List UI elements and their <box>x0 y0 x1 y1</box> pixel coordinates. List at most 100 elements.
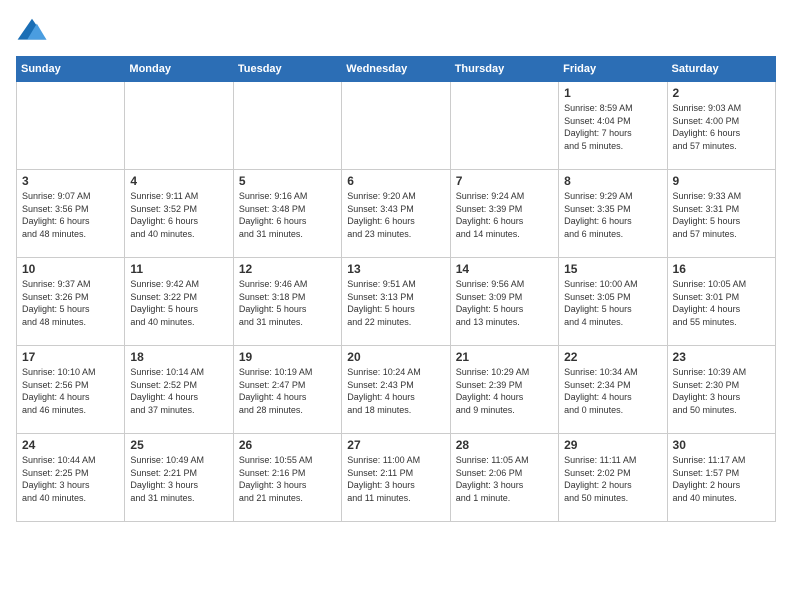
calendar-cell: 24Sunrise: 10:44 AM Sunset: 2:25 PM Dayl… <box>17 434 125 522</box>
day-number: 22 <box>564 350 661 364</box>
day-info: Sunrise: 10:39 AM Sunset: 2:30 PM Daylig… <box>673 366 770 416</box>
day-header-saturday: Saturday <box>667 57 775 82</box>
calendar-cell: 19Sunrise: 10:19 AM Sunset: 2:47 PM Dayl… <box>233 346 341 434</box>
calendar-cell: 4 Sunrise: 9:11 AM Sunset: 3:52 PM Daylig… <box>125 170 233 258</box>
day-info: Sunrise: 10:10 AM Sunset: 2:56 PM Daylig… <box>22 366 119 416</box>
calendar-cell: 1 Sunrise: 8:59 AM Sunset: 4:04 PM Daylig… <box>559 82 667 170</box>
day-info: Sunrise: 9:24 AM Sunset: 3:39 PM Dayligh… <box>456 190 553 240</box>
day-info: Sunrise: 10:14 AM Sunset: 2:52 PM Daylig… <box>130 366 227 416</box>
day-info: Sunrise: 10:34 AM Sunset: 2:34 PM Daylig… <box>564 366 661 416</box>
day-info: Sunrise: 9:20 AM Sunset: 3:43 PM Dayligh… <box>347 190 444 240</box>
day-info: Sunrise: 10:24 AM Sunset: 2:43 PM Daylig… <box>347 366 444 416</box>
calendar-cell: 17 Sunrise: 10:10 AM Sunset: 2:56 PM Dayl… <box>17 346 125 434</box>
day-number: 27 <box>347 438 444 452</box>
calendar-cell: 8Sunrise: 9:29 AM Sunset: 3:35 PM Daylig… <box>559 170 667 258</box>
day-header-monday: Monday <box>125 57 233 82</box>
day-number: 29 <box>564 438 661 452</box>
day-info: Sunrise: 9:56 AM Sunset: 3:09 PM Dayligh… <box>456 278 553 328</box>
week-row-2: 3Sunrise: 9:07 AM Sunset: 3:56 PM Daylig… <box>17 170 776 258</box>
page-header <box>16 16 776 44</box>
day-info: Sunrise: 11:11 AM Sunset: 2:02 PM Daylig… <box>564 454 661 504</box>
day-number: 20 <box>347 350 444 364</box>
calendar-cell: 6 Sunrise: 9:20 AM Sunset: 3:43 PM Daylig… <box>342 170 450 258</box>
logo-icon <box>16 16 48 44</box>
day-number: 6 <box>347 174 444 188</box>
calendar-cell <box>233 82 341 170</box>
day-info: Sunrise: 9:37 AM Sunset: 3:26 PM Dayligh… <box>22 278 119 328</box>
week-row-5: 24Sunrise: 10:44 AM Sunset: 2:25 PM Dayl… <box>17 434 776 522</box>
calendar-cell: 9Sunrise: 9:33 AM Sunset: 3:31 PM Daylig… <box>667 170 775 258</box>
day-info: Sunrise: 11:05 AM Sunset: 2:06 PM Daylig… <box>456 454 553 504</box>
calendar-cell: 18 Sunrise: 10:14 AM Sunset: 2:52 PM Dayl… <box>125 346 233 434</box>
day-info: Sunrise: 10:44 AM Sunset: 2:25 PM Daylig… <box>22 454 119 504</box>
day-info: Sunrise: 9:42 AM Sunset: 3:22 PM Dayligh… <box>130 278 227 328</box>
day-info: Sunrise: 9:51 AM Sunset: 3:13 PM Dayligh… <box>347 278 444 328</box>
calendar-cell: 29 Sunrise: 11:11 AM Sunset: 2:02 PM Dayl… <box>559 434 667 522</box>
calendar-cell: 23 Sunrise: 10:39 AM Sunset: 2:30 PM Dayl… <box>667 346 775 434</box>
day-info: Sunrise: 11:17 AM Sunset: 1:57 PM Daylig… <box>673 454 770 504</box>
day-info: Sunrise: 9:33 AM Sunset: 3:31 PM Dayligh… <box>673 190 770 240</box>
calendar-cell: 12 Sunrise: 9:46 AM Sunset: 3:18 PM Dayli… <box>233 258 341 346</box>
calendar-cell: 16Sunrise: 10:05 AM Sunset: 3:01 PM Dayl… <box>667 258 775 346</box>
calendar-cell: 22 Sunrise: 10:34 AM Sunset: 2:34 PM Dayl… <box>559 346 667 434</box>
day-header-wednesday: Wednesday <box>342 57 450 82</box>
calendar-table: SundayMondayTuesdayWednesdayThursdayFrid… <box>16 56 776 522</box>
day-number: 12 <box>239 262 336 276</box>
day-number: 10 <box>22 262 119 276</box>
calendar-cell: 30Sunrise: 11:17 AM Sunset: 1:57 PM Dayl… <box>667 434 775 522</box>
calendar-cell: 28 Sunrise: 11:05 AM Sunset: 2:06 PM Dayl… <box>450 434 558 522</box>
day-info: Sunrise: 9:46 AM Sunset: 3:18 PM Dayligh… <box>239 278 336 328</box>
day-info: Sunrise: 10:19 AM Sunset: 2:47 PM Daylig… <box>239 366 336 416</box>
day-number: 1 <box>564 86 661 100</box>
day-number: 28 <box>456 438 553 452</box>
day-number: 16 <box>673 262 770 276</box>
calendar-cell: 2 Sunrise: 9:03 AM Sunset: 4:00 PM Daylig… <box>667 82 775 170</box>
day-number: 2 <box>673 86 770 100</box>
calendar-cell: 21 Sunrise: 10:29 AM Sunset: 2:39 PM Dayl… <box>450 346 558 434</box>
calendar-cell <box>450 82 558 170</box>
calendar-cell: 5 Sunrise: 9:16 AM Sunset: 3:48 PM Daylig… <box>233 170 341 258</box>
calendar-cell: 14Sunrise: 9:56 AM Sunset: 3:09 PM Dayli… <box>450 258 558 346</box>
calendar-cell: 15 Sunrise: 10:00 AM Sunset: 3:05 PM Dayl… <box>559 258 667 346</box>
calendar-cell: 13 Sunrise: 9:51 AM Sunset: 3:13 PM Dayli… <box>342 258 450 346</box>
calendar-cell: 11 Sunrise: 9:42 AM Sunset: 3:22 PM Dayli… <box>125 258 233 346</box>
day-number: 18 <box>130 350 227 364</box>
day-number: 23 <box>673 350 770 364</box>
day-number: 15 <box>564 262 661 276</box>
calendar-cell <box>17 82 125 170</box>
week-row-4: 17 Sunrise: 10:10 AM Sunset: 2:56 PM Dayl… <box>17 346 776 434</box>
day-number: 5 <box>239 174 336 188</box>
day-info: Sunrise: 9:11 AM Sunset: 3:52 PM Dayligh… <box>130 190 227 240</box>
day-info: Sunrise: 8:59 AM Sunset: 4:04 PM Dayligh… <box>564 102 661 152</box>
calendar-cell: 7 Sunrise: 9:24 AM Sunset: 3:39 PM Daylig… <box>450 170 558 258</box>
day-number: 7 <box>456 174 553 188</box>
day-number: 17 <box>22 350 119 364</box>
day-info: Sunrise: 9:16 AM Sunset: 3:48 PM Dayligh… <box>239 190 336 240</box>
day-number: 21 <box>456 350 553 364</box>
day-info: Sunrise: 10:00 AM Sunset: 3:05 PM Daylig… <box>564 278 661 328</box>
calendar-cell: 20 Sunrise: 10:24 AM Sunset: 2:43 PM Dayl… <box>342 346 450 434</box>
week-row-1: 1 Sunrise: 8:59 AM Sunset: 4:04 PM Daylig… <box>17 82 776 170</box>
day-number: 11 <box>130 262 227 276</box>
calendar-cell: 3Sunrise: 9:07 AM Sunset: 3:56 PM Daylig… <box>17 170 125 258</box>
day-number: 26 <box>239 438 336 452</box>
calendar-cell <box>125 82 233 170</box>
day-number: 13 <box>347 262 444 276</box>
day-info: Sunrise: 10:29 AM Sunset: 2:39 PM Daylig… <box>456 366 553 416</box>
calendar-cell: 10 Sunrise: 9:37 AM Sunset: 3:26 PM Dayli… <box>17 258 125 346</box>
day-number: 4 <box>130 174 227 188</box>
day-info: Sunrise: 9:29 AM Sunset: 3:35 PM Dayligh… <box>564 190 661 240</box>
logo <box>16 16 52 44</box>
day-header-thursday: Thursday <box>450 57 558 82</box>
day-info: Sunrise: 9:07 AM Sunset: 3:56 PM Dayligh… <box>22 190 119 240</box>
day-number: 25 <box>130 438 227 452</box>
day-header-tuesday: Tuesday <box>233 57 341 82</box>
week-row-3: 10 Sunrise: 9:37 AM Sunset: 3:26 PM Dayli… <box>17 258 776 346</box>
day-header-friday: Friday <box>559 57 667 82</box>
calendar-cell <box>342 82 450 170</box>
calendar-cell: 25Sunrise: 10:49 AM Sunset: 2:21 PM Dayl… <box>125 434 233 522</box>
day-info: Sunrise: 9:03 AM Sunset: 4:00 PM Dayligh… <box>673 102 770 152</box>
day-info: Sunrise: 10:55 AM Sunset: 2:16 PM Daylig… <box>239 454 336 504</box>
calendar-cell: 27Sunrise: 11:00 AM Sunset: 2:11 PM Dayl… <box>342 434 450 522</box>
day-header-sunday: Sunday <box>17 57 125 82</box>
